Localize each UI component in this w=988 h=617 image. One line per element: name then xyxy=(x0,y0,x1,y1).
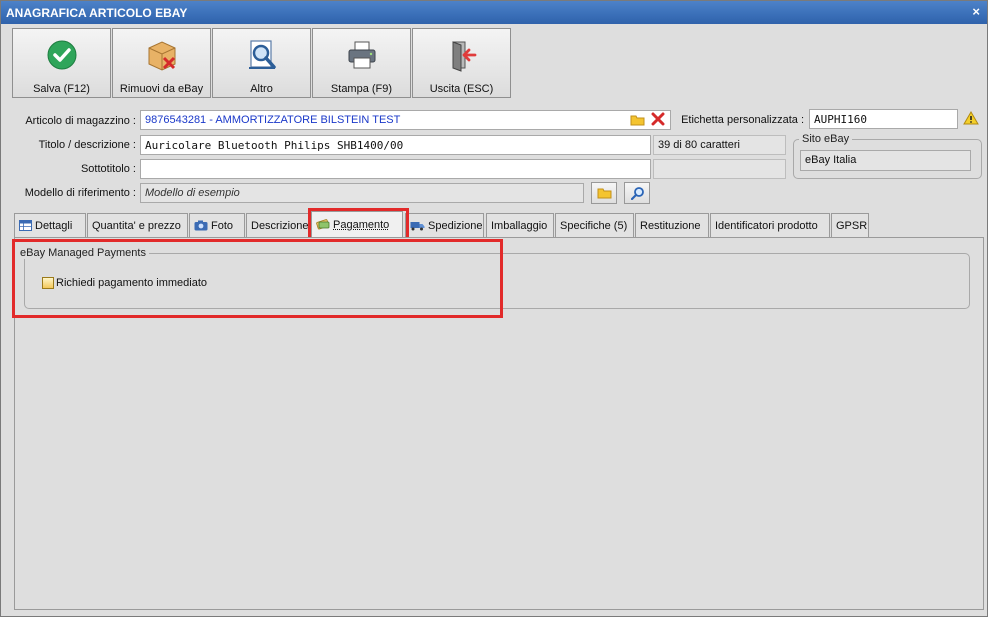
title-bar: ANAGRAFICA ARTICOLO EBAY × xyxy=(1,1,987,24)
model-label: Modello di riferimento : xyxy=(24,187,136,199)
tab-label: Imballaggio xyxy=(491,220,548,232)
subtitle-label: Sottotitolo : xyxy=(80,163,136,175)
printer-icon xyxy=(348,41,375,69)
subtitle-field[interactable] xyxy=(140,159,651,179)
active-tab-highlight xyxy=(308,208,409,240)
clear-x-icon[interactable] xyxy=(651,112,665,126)
tab-gpsr[interactable]: GPSR xyxy=(831,213,869,237)
print-button[interactable]: Stampa (F9) xyxy=(312,28,411,98)
tab-label: Descrizione xyxy=(251,220,309,232)
box-remove-icon xyxy=(148,41,175,71)
tab-imballaggio[interactable]: Imballaggio xyxy=(486,213,554,237)
window-title: ANAGRAFICA ARTICOLO EBAY xyxy=(6,6,188,20)
magnifier-icon xyxy=(631,187,644,200)
tab-label: Spedizione xyxy=(428,220,483,232)
tab-foto[interactable]: Foto xyxy=(189,213,245,237)
folder-open-icon[interactable] xyxy=(630,114,645,126)
model-browse-button[interactable] xyxy=(591,182,617,204)
tab-quantita-prezzo[interactable]: Quantita' e prezzo xyxy=(87,213,188,237)
custom-label-field[interactable]: AUPHI160 xyxy=(809,109,958,129)
search-document-icon xyxy=(248,40,276,69)
exit-door-icon xyxy=(452,41,476,72)
camera-icon xyxy=(194,220,208,231)
subtitle-char-count xyxy=(653,159,786,179)
tab-label: Identificatori prodotto xyxy=(715,220,818,232)
exit-button[interactable]: Uscita (ESC) xyxy=(412,28,511,98)
model-search-button[interactable] xyxy=(624,182,650,204)
ebay-site-group-title: Sito eBay xyxy=(799,133,853,145)
ebay-article-window: ANAGRAFICA ARTICOLO EBAY × Salva (F12) R… xyxy=(0,0,988,617)
tab-spedizione[interactable]: Spedizione xyxy=(405,213,484,237)
grid-icon xyxy=(19,220,32,231)
tab-label: Foto xyxy=(211,220,234,232)
article-field[interactable]: 9876543281 - AMMORTIZZATORE BILSTEIN TES… xyxy=(140,110,671,130)
custom-label-label: Etichetta personalizzata : xyxy=(681,114,804,126)
truck-icon xyxy=(410,222,425,231)
title-field[interactable]: Auricolare Bluetooth Philips SHB1400/00 xyxy=(140,135,651,155)
remove-from-ebay-button[interactable]: Rimuovi da eBay xyxy=(112,28,211,98)
tab-label: Dettagli xyxy=(35,220,73,232)
tab-restituzione[interactable]: Restituzione xyxy=(635,213,709,237)
remove-button-label: Rimuovi da eBay xyxy=(119,83,204,95)
warning-icon xyxy=(963,111,979,125)
exit-button-label: Uscita (ESC) xyxy=(429,83,494,95)
tab-label: Quantita' e prezzo xyxy=(92,220,181,232)
tab-label: GPSR xyxy=(836,220,868,232)
tab-descrizione[interactable]: Descrizione xyxy=(246,213,309,237)
article-label: Articolo di magazzino : xyxy=(25,115,136,127)
close-icon[interactable]: × xyxy=(972,4,980,19)
save-button[interactable]: Salva (F12) xyxy=(12,28,111,98)
other-button[interactable]: Altro xyxy=(212,28,311,98)
folder-icon xyxy=(597,188,612,199)
other-button-label: Altro xyxy=(250,83,273,95)
tab-identificatori-prodotto[interactable]: Identificatori prodotto xyxy=(710,213,830,237)
char-count: 39 di 80 caratteri xyxy=(653,135,786,155)
save-button-label: Salva (F12) xyxy=(33,83,90,95)
checkmark-icon xyxy=(47,40,76,70)
payment-group-highlight xyxy=(12,239,503,318)
tab-dettagli[interactable]: Dettagli xyxy=(14,213,86,237)
tab-specifiche[interactable]: Specifiche (5) xyxy=(555,213,634,237)
ebay-site-field: eBay Italia xyxy=(800,150,971,171)
title-label: Titolo / descrizione : xyxy=(38,139,136,151)
print-button-label: Stampa (F9) xyxy=(330,83,393,95)
tab-label: Specifiche (5) xyxy=(560,220,628,232)
model-field[interactable]: Modello di esempio xyxy=(140,183,584,203)
tab-label: Restituzione xyxy=(640,220,701,232)
